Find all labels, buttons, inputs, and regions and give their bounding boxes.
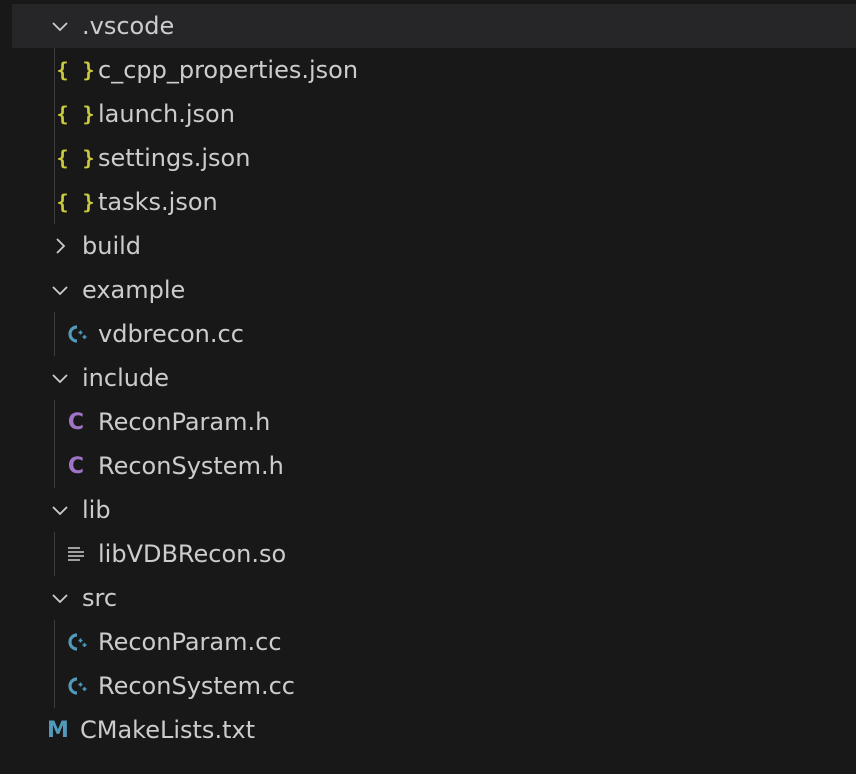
c-header-file-icon: C bbox=[67, 453, 85, 479]
tree-item-label: tasks.json bbox=[98, 188, 218, 216]
tree-folder-src[interactable]: src bbox=[12, 576, 856, 620]
chevron-right-icon[interactable] bbox=[48, 234, 72, 258]
tree-item-label: libVDBRecon.so bbox=[98, 540, 287, 568]
tree-file-reconsystem-cc[interactable]: ReconSystem.cc bbox=[12, 664, 856, 708]
cpp-file-icon bbox=[62, 322, 90, 346]
chevron-down-icon[interactable] bbox=[48, 498, 72, 522]
tree-file-cmakelists[interactable]: M CMakeLists.txt bbox=[12, 708, 856, 752]
tree-item-label: lib bbox=[82, 496, 111, 524]
tree-item-label: settings.json bbox=[98, 144, 251, 172]
json-file-icon: { } bbox=[56, 102, 96, 126]
chevron-down-icon[interactable] bbox=[48, 366, 72, 390]
cpp-file-icon bbox=[62, 630, 90, 654]
tree-file-launch[interactable]: { } launch.json bbox=[12, 92, 856, 136]
chevron-down-icon[interactable] bbox=[48, 278, 72, 302]
tree-folder-build[interactable]: build bbox=[12, 224, 856, 268]
tree-file-tasks[interactable]: { } tasks.json bbox=[12, 180, 856, 224]
cmake-file-icon: M bbox=[47, 717, 69, 743]
tree-item-label: ReconSystem.cc bbox=[98, 672, 295, 700]
tree-item-label: CMakeLists.txt bbox=[80, 716, 256, 744]
tree-item-label: launch.json bbox=[98, 100, 235, 128]
tree-file-reconsystem-h[interactable]: C ReconSystem.h bbox=[12, 444, 856, 488]
file-explorer: .vscode { } c_cpp_properties.json { } la… bbox=[12, 4, 856, 774]
chevron-down-icon[interactable] bbox=[48, 586, 72, 610]
tree-item-label: ReconParam.cc bbox=[98, 628, 282, 656]
binary-file-icon bbox=[62, 543, 90, 565]
tree-item-label: c_cpp_properties.json bbox=[98, 56, 359, 84]
tree-file-libvdbrecon[interactable]: libVDBRecon.so bbox=[12, 532, 856, 576]
tree-folder-lib[interactable]: lib bbox=[12, 488, 856, 532]
tree-folder-include[interactable]: include bbox=[12, 356, 856, 400]
json-file-icon: { } bbox=[56, 190, 96, 214]
tree-item-label: .vscode bbox=[82, 12, 175, 40]
tree-item-label: build bbox=[82, 232, 142, 260]
cpp-file-icon bbox=[62, 674, 90, 698]
tree-folder-example[interactable]: example bbox=[12, 268, 856, 312]
tree-item-label: src bbox=[82, 584, 118, 612]
tree-file-reconparam-h[interactable]: C ReconParam.h bbox=[12, 400, 856, 444]
tree-item-label: example bbox=[82, 276, 186, 304]
tree-file-c-cpp-properties[interactable]: { } c_cpp_properties.json bbox=[12, 48, 856, 92]
tree-file-reconparam-cc[interactable]: ReconParam.cc bbox=[12, 620, 856, 664]
tree-item-label: ReconParam.h bbox=[98, 408, 271, 436]
chevron-down-icon[interactable] bbox=[48, 14, 72, 38]
c-header-file-icon: C bbox=[67, 409, 85, 435]
tree-file-vdbrecon[interactable]: vdbrecon.cc bbox=[12, 312, 856, 356]
tree-item-label: vdbrecon.cc bbox=[98, 320, 244, 348]
tree-folder-vscode[interactable]: .vscode bbox=[12, 4, 856, 48]
json-file-icon: { } bbox=[56, 58, 96, 82]
tree-item-label: ReconSystem.h bbox=[98, 452, 284, 480]
tree-item-label: include bbox=[82, 364, 169, 392]
json-file-icon: { } bbox=[56, 146, 96, 170]
tree-file-settings[interactable]: { } settings.json bbox=[12, 136, 856, 180]
